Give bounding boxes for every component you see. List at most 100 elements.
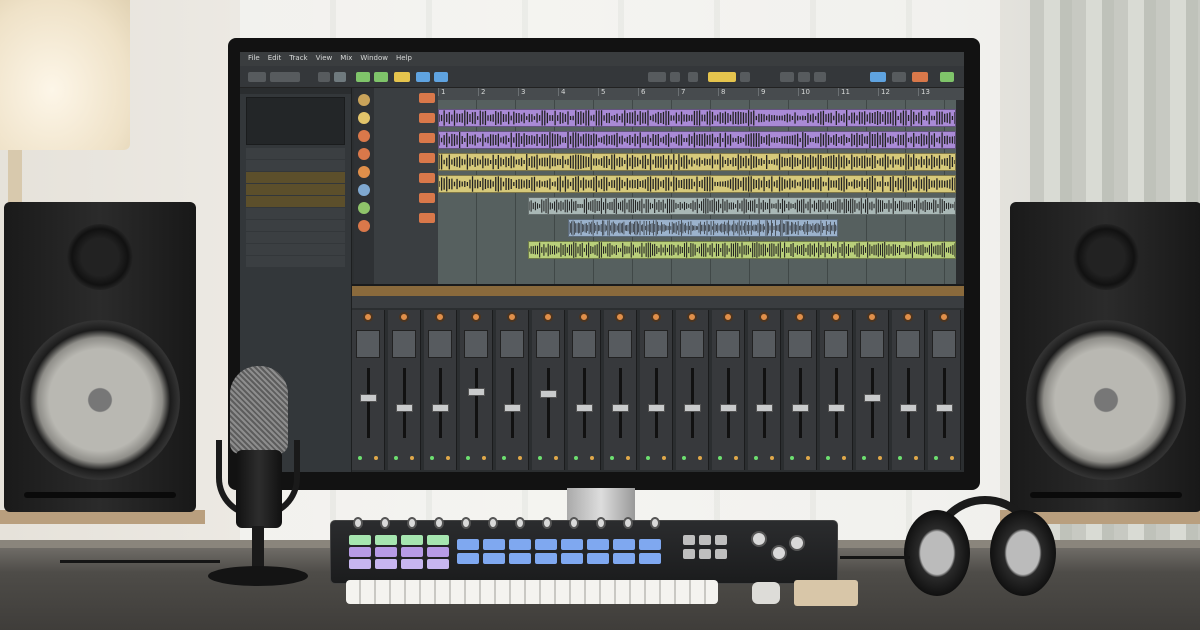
encoder-knob[interactable] (789, 535, 805, 551)
controller-knob[interactable] (623, 517, 633, 529)
plugin-slot[interactable] (932, 330, 956, 358)
stop-button[interactable] (688, 72, 698, 82)
channel-fader[interactable] (504, 404, 521, 412)
plugin-slot[interactable] (392, 330, 416, 358)
plugin-slot[interactable] (896, 330, 920, 358)
transport-button[interactable] (683, 549, 695, 559)
clip-launch-pad[interactable] (613, 539, 635, 550)
vertical-scrollbar[interactable] (956, 100, 964, 314)
controller-knob[interactable] (434, 517, 444, 529)
pan-knob[interactable] (363, 312, 373, 322)
drum-pad[interactable] (401, 559, 423, 569)
pan-knob[interactable] (939, 312, 949, 322)
pan-knob[interactable] (579, 312, 589, 322)
clip-launch-pad[interactable] (483, 553, 505, 564)
clip-launch-pad[interactable] (639, 539, 661, 550)
pan-knob[interactable] (867, 312, 877, 322)
clip-launch-pad[interactable] (587, 539, 609, 550)
plugin-slot[interactable] (536, 330, 560, 358)
record-arm-button[interactable] (419, 93, 435, 103)
track-instrument-icon[interactable] (358, 220, 370, 232)
toolbar-button[interactable] (798, 72, 810, 82)
arrangement-view[interactable] (438, 100, 956, 314)
drum-pad[interactable] (349, 535, 371, 545)
track-header[interactable] (374, 90, 438, 108)
track-instrument-icon[interactable] (358, 148, 370, 160)
clip-launch-pad[interactable] (457, 553, 479, 564)
track-instrument-icon[interactable] (358, 94, 370, 106)
clip-launch-pad[interactable] (509, 539, 531, 550)
plugin-slot[interactable] (716, 330, 740, 358)
record-arm-button[interactable] (419, 193, 435, 203)
track-header[interactable] (374, 210, 438, 228)
clip-launch-pad[interactable] (561, 539, 583, 550)
record-arm-button[interactable] (419, 173, 435, 183)
clip-launch-pad[interactable] (535, 539, 557, 550)
toolbar-button[interactable] (270, 72, 300, 82)
transport-button[interactable] (715, 535, 727, 545)
menu-item-track[interactable]: Track (289, 54, 307, 62)
browser-list-item[interactable] (246, 196, 345, 207)
drum-pad[interactable] (427, 547, 449, 557)
channel-fader[interactable] (432, 404, 449, 412)
plugin-slot[interactable] (788, 330, 812, 358)
record-arm-button[interactable] (419, 133, 435, 143)
channel-fader[interactable] (900, 404, 917, 412)
toolbar-button[interactable] (334, 72, 346, 82)
track-header[interactable] (374, 170, 438, 188)
pan-knob[interactable] (543, 312, 553, 322)
toolbar-button-green[interactable] (940, 72, 954, 82)
controller-knob[interactable] (515, 517, 525, 529)
channel-fader[interactable] (540, 390, 557, 398)
plugin-slot[interactable] (608, 330, 632, 358)
drum-pad[interactable] (375, 535, 397, 545)
channel-fader[interactable] (864, 394, 881, 402)
channel-fader[interactable] (612, 404, 629, 412)
browser-list-item[interactable] (246, 256, 345, 267)
controller-knob[interactable] (569, 517, 579, 529)
channel-fader[interactable] (576, 404, 593, 412)
toolbar-button-blue[interactable] (870, 72, 886, 82)
pan-knob[interactable] (687, 312, 697, 322)
drum-pad[interactable] (349, 559, 371, 569)
controller-knob[interactable] (488, 517, 498, 529)
browser-list-item[interactable] (246, 208, 345, 219)
transport-button[interactable] (715, 549, 727, 559)
plugin-slot[interactable] (644, 330, 668, 358)
clip-launch-pad[interactable] (457, 539, 479, 550)
audio-clip[interactable] (568, 219, 838, 237)
controller-knob[interactable] (542, 517, 552, 529)
menu-item-mix[interactable]: Mix (340, 54, 352, 62)
clip-launch-pad[interactable] (535, 553, 557, 564)
clip-launch-pad[interactable] (613, 553, 635, 564)
drum-pad[interactable] (427, 559, 449, 569)
plugin-slot[interactable] (752, 330, 776, 358)
browser-list-item[interactable] (246, 160, 345, 171)
rewind-button[interactable] (648, 72, 666, 82)
encoder-knob[interactable] (751, 531, 767, 547)
controller-knob[interactable] (407, 517, 417, 529)
audio-clip[interactable] (438, 175, 956, 193)
channel-fader[interactable] (684, 404, 701, 412)
audio-clip[interactable] (528, 241, 956, 259)
clip-launch-pad[interactable] (587, 553, 609, 564)
pan-knob[interactable] (831, 312, 841, 322)
play-button[interactable] (670, 72, 680, 82)
toolbar-button[interactable] (740, 72, 750, 82)
pan-knob[interactable] (651, 312, 661, 322)
track-instrument-icon[interactable] (358, 166, 370, 178)
menu-item-window[interactable]: Window (360, 54, 388, 62)
pan-knob[interactable] (723, 312, 733, 322)
record-arm-button[interactable] (419, 213, 435, 223)
toolbar-button[interactable] (248, 72, 266, 82)
plugin-slot[interactable] (428, 330, 452, 358)
toolbar-button-blue[interactable] (416, 72, 430, 82)
record-button[interactable] (912, 72, 928, 82)
plugin-slot[interactable] (464, 330, 488, 358)
transport-button[interactable] (699, 549, 711, 559)
browser-list-item[interactable] (246, 184, 345, 195)
pan-knob[interactable] (903, 312, 913, 322)
pan-knob[interactable] (615, 312, 625, 322)
controller-knob[interactable] (461, 517, 471, 529)
audio-clip[interactable] (438, 153, 956, 171)
